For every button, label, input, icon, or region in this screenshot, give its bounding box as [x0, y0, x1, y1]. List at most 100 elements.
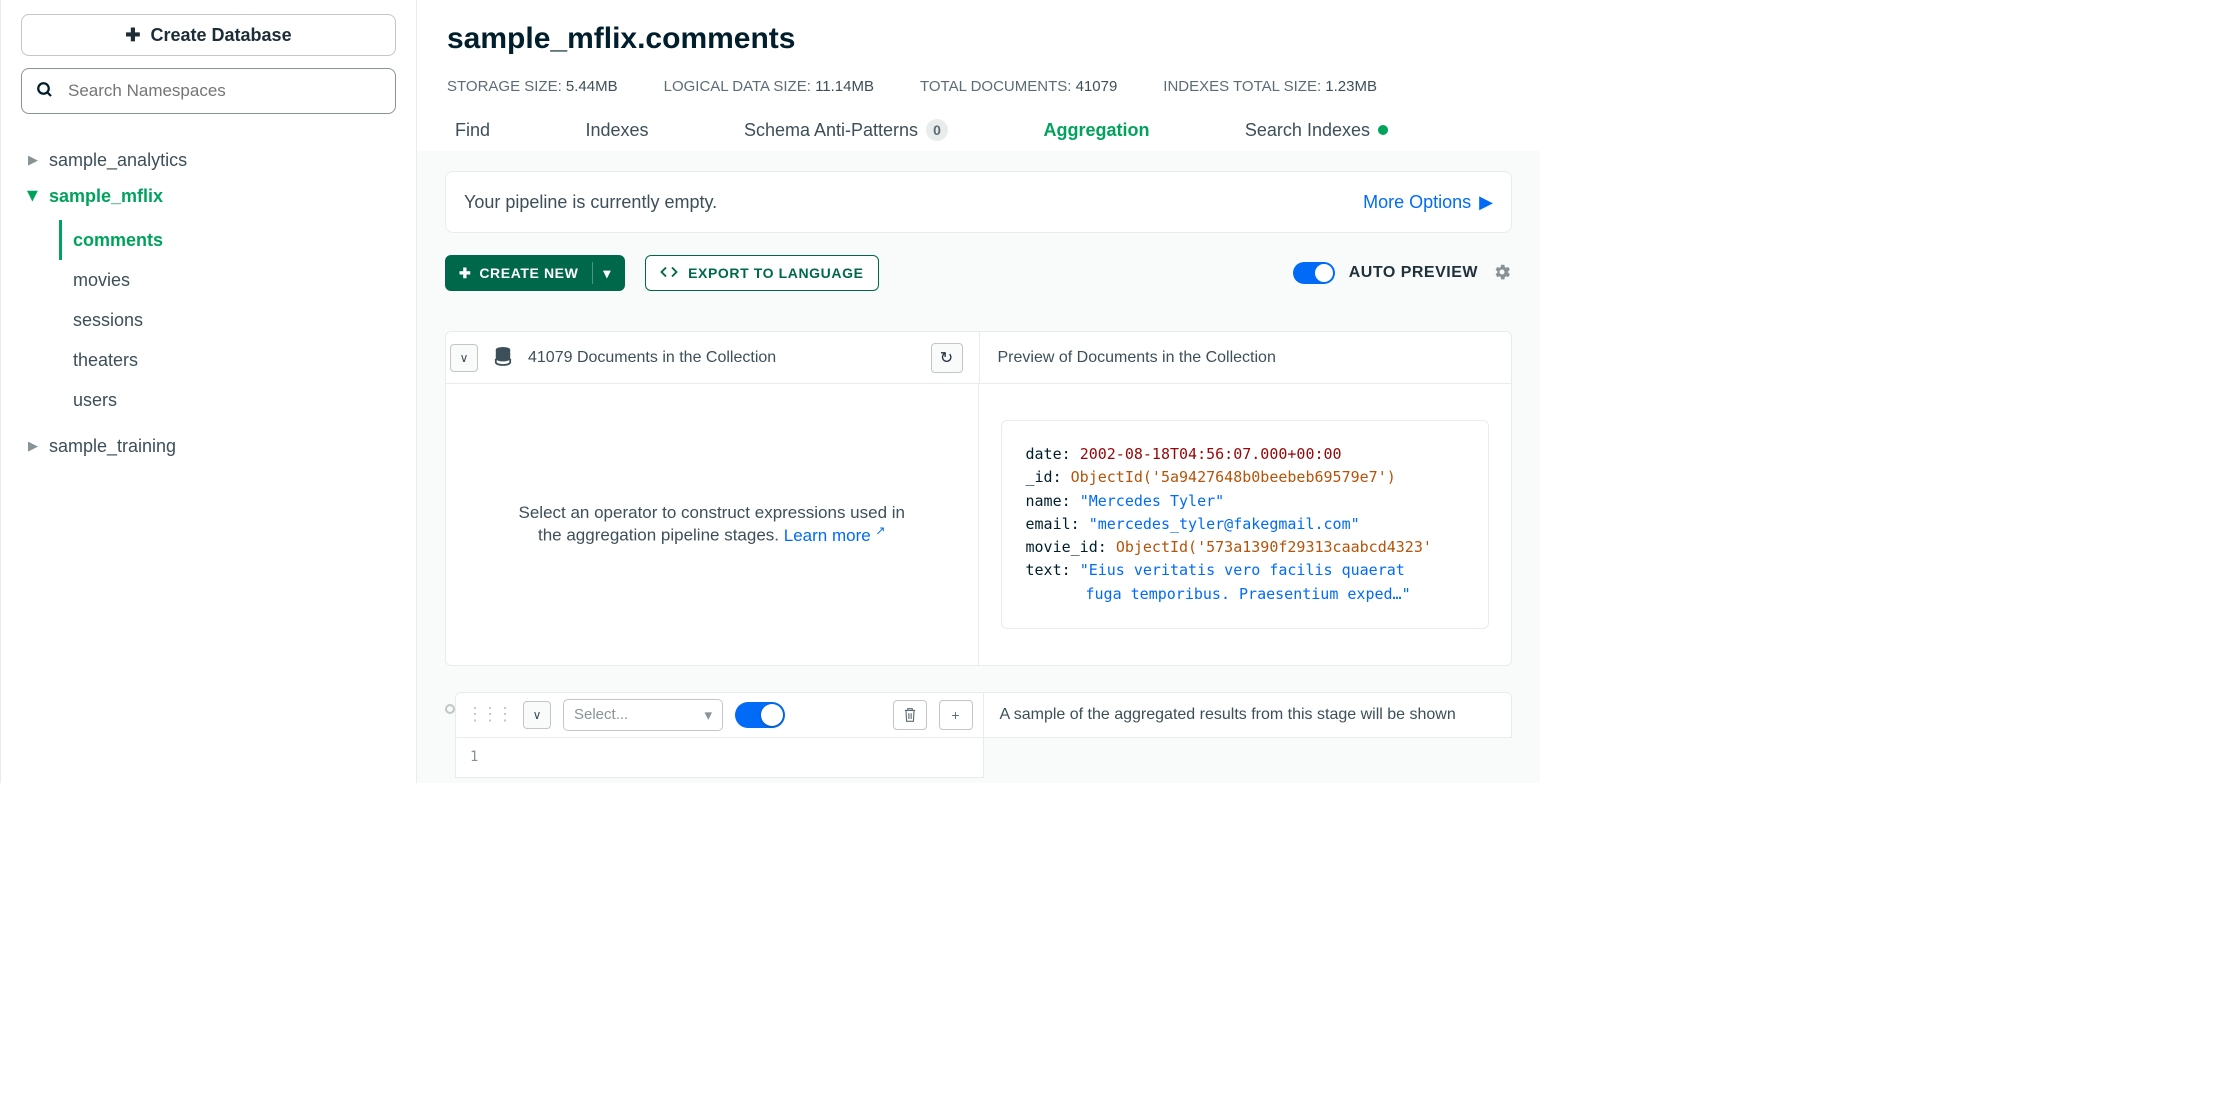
export-label: EXPORT TO LANGUAGE [688, 265, 863, 281]
stage-gutter [445, 692, 455, 714]
collection-item-users[interactable]: users [59, 380, 396, 420]
db-row-sample-mflix[interactable]: ▶ sample_mflix [23, 178, 396, 214]
doc-key: date: [1026, 445, 1071, 463]
add-stage-button[interactable]: + [939, 700, 973, 730]
stat-indexes: INDEXES TOTAL SIZE: 1.23MB [1163, 78, 1377, 95]
stat-label: INDEXES TOTAL SIZE: [1163, 78, 1321, 95]
stage-results-hint: A sample of the aggregated results from … [1000, 706, 1456, 724]
sidebar: ✚ Create Database ▶ sample_analytics ▶ s… [1, 0, 417, 783]
db-label: sample_mflix [49, 186, 163, 207]
pipeline-source-card: ∨ 41079 Documents in the Collection ↻ [445, 331, 1512, 666]
main-panel: sample_mflix.comments STORAGE SIZE: 5.44… [417, 0, 1540, 783]
preview-heading: Preview of Documents in the Collection [998, 349, 1276, 367]
doc-key: email: [1026, 515, 1080, 533]
stat-label: STORAGE SIZE: [447, 78, 562, 95]
create-database-label: Create Database [151, 25, 292, 46]
tab-indexes[interactable]: Indexes [585, 119, 648, 151]
collection-item-comments[interactable]: comments [59, 220, 396, 260]
tab-label: Schema Anti-Patterns [744, 120, 918, 141]
chevron-right-icon: ▶ [1479, 192, 1493, 213]
schema-badge: 0 [926, 119, 948, 141]
create-database-button[interactable]: ✚ Create Database [21, 14, 396, 56]
stage-enabled-toggle[interactable] [735, 702, 785, 728]
drag-handle-icon[interactable]: ⋮⋮⋮ [466, 704, 511, 725]
delete-stage-button[interactable] [893, 700, 927, 730]
stat-docs: TOTAL DOCUMENTS: 41079 [920, 78, 1117, 95]
collection-label: sessions [73, 310, 143, 331]
stat-logical: LOGICAL DATA SIZE: 11.14MB [664, 78, 874, 95]
stage-row: ⋮⋮⋮ ∨ Select... ▾ + [455, 692, 1512, 738]
documents-count: 41079 Documents in the Collection [528, 349, 776, 367]
aggregation-content: Your pipeline is currently empty. More O… [417, 151, 1540, 783]
learn-more-link[interactable]: Learn more ↗ [784, 526, 886, 545]
tab-aggregation[interactable]: Aggregation [1043, 119, 1149, 151]
create-new-label: CREATE NEW [479, 265, 578, 281]
auto-preview-toggle[interactable] [1293, 262, 1335, 284]
refresh-button[interactable]: ↻ [931, 343, 963, 373]
tab-label: Find [455, 120, 490, 141]
tab-label: Search Indexes [1245, 120, 1370, 141]
export-language-button[interactable]: EXPORT TO LANGUAGE [645, 255, 878, 291]
tab-find[interactable]: Find [455, 119, 490, 151]
doc-value: 2002-08-18T04:56:07.000+00:00 [1080, 445, 1342, 463]
doc-value: ObjectId('5a9427648b0beebeb69579e7') [1071, 468, 1396, 486]
db-row-sample-training[interactable]: ▶ sample_training [23, 428, 396, 464]
select-placeholder: Select... [574, 706, 628, 723]
gear-icon[interactable] [1492, 262, 1512, 285]
doc-key: name: [1026, 492, 1071, 510]
stat-label: TOTAL DOCUMENTS: [920, 78, 1071, 95]
search-namespaces-input[interactable] [68, 81, 381, 101]
tab-label: Indexes [585, 120, 648, 141]
document-preview: date: 2002-08-18T04:56:07.000+00:00 _id:… [979, 384, 1512, 665]
collection-title: sample_mflix.comments [447, 22, 1508, 56]
collection-item-movies[interactable]: movies [59, 260, 396, 300]
code-editor-line[interactable]: 1 [455, 738, 984, 778]
collapse-toggle[interactable]: ∨ [450, 344, 478, 372]
chevron-down-icon: ▾ [704, 706, 712, 724]
db-row-sample-analytics[interactable]: ▶ sample_analytics [23, 142, 396, 178]
tab-schema[interactable]: Schema Anti-Patterns 0 [744, 119, 948, 151]
stat-value: 11.14MB [815, 78, 874, 95]
operator-select[interactable]: Select... ▾ [563, 699, 723, 731]
line-number: 1 [470, 749, 478, 765]
tab-label: Aggregation [1043, 120, 1149, 141]
collection-label: theaters [73, 350, 138, 371]
operator-hint: Select an operator to construct expressi… [446, 384, 979, 665]
collection-item-sessions[interactable]: sessions [59, 300, 396, 340]
learn-more-label: Learn more [784, 526, 871, 545]
stat-storage: STORAGE SIZE: 5.44MB [447, 78, 618, 95]
stage-marker-icon [445, 704, 455, 714]
caret-right-icon: ▶ [25, 438, 41, 454]
stage-collapse-toggle[interactable]: ∨ [523, 701, 551, 729]
doc-value: "Mercedes Tyler" [1080, 492, 1225, 510]
search-icon [36, 81, 54, 102]
create-new-button[interactable]: ✚ CREATE NEW ▾ [445, 255, 625, 291]
database-icon [494, 346, 512, 369]
plus-icon: ✚ [125, 25, 140, 46]
collection-item-theaters[interactable]: theaters [59, 340, 396, 380]
hint-text: the aggregation pipeline stages. [538, 526, 779, 545]
more-options-link[interactable]: More Options ▶ [1363, 192, 1493, 213]
hint-text: Select an operator to construct expressi… [519, 503, 906, 522]
divider [592, 262, 593, 284]
doc-key: movie_id: [1026, 538, 1107, 556]
db-label: sample_analytics [49, 150, 187, 171]
pipeline-empty-banner: Your pipeline is currently empty. More O… [445, 171, 1512, 233]
document-preview-card: date: 2002-08-18T04:56:07.000+00:00 _id:… [1001, 420, 1490, 629]
doc-count-number: 41079 [528, 349, 573, 366]
code-icon [660, 265, 678, 282]
chevron-down-icon: ▾ [603, 265, 611, 282]
database-tree: ▶ sample_analytics ▶ sample_mflix commen… [21, 142, 396, 464]
tab-search-indexes[interactable]: Search Indexes [1245, 119, 1388, 151]
collection-label: users [73, 390, 117, 411]
stat-label: LOGICAL DATA SIZE: [664, 78, 811, 95]
search-namespaces[interactable] [21, 68, 396, 114]
stat-value: 1.23MB [1325, 78, 1377, 95]
db-label: sample_training [49, 436, 176, 457]
more-options-label: More Options [1363, 192, 1471, 213]
caret-down-icon: ▶ [25, 188, 41, 204]
doc-value: "Eius veritatis vero facilis quaerat [1080, 561, 1405, 579]
pipeline-toolbar: ✚ CREATE NEW ▾ EXPORT TO LANGUAGE AUTO [445, 255, 1512, 291]
tabs: Find Indexes Schema Anti-Patterns 0 Aggr… [447, 119, 1508, 151]
external-link-icon: ↗ [875, 523, 885, 537]
